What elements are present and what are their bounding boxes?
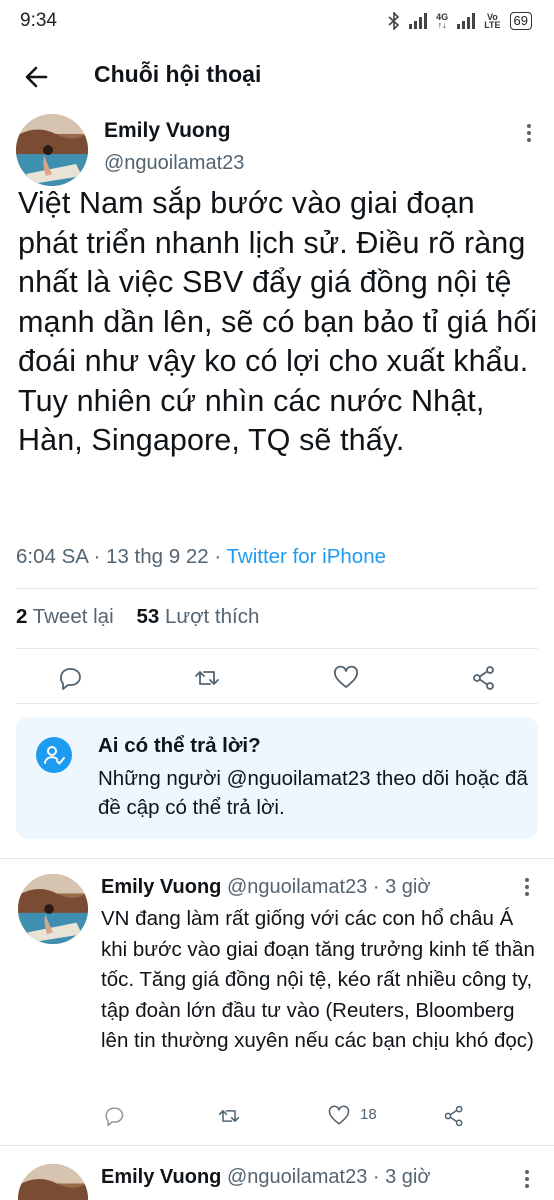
more-vertical-icon (525, 878, 529, 896)
back-button[interactable] (20, 60, 54, 94)
reply-more-button-2[interactable] (516, 1168, 538, 1190)
tweet-time: 6:04 SA (16, 545, 88, 568)
reply-time-2: 3 giờ (385, 1166, 431, 1188)
tweet-date: 13 thg 9 22 (106, 545, 209, 568)
like-count[interactable]: 53 (136, 605, 159, 628)
author-name[interactable]: Emily Vuong (104, 119, 230, 143)
share-icon (444, 1105, 463, 1127)
status-icons: 4G ↑↓ Vo LTE 69 (388, 12, 532, 30)
signal-icon-2 (457, 13, 476, 29)
tweet-text: Việt Nam sắp bước vào giai đoạn phát tri… (18, 186, 538, 457)
reply-permission-card: Ai có thể trả lời? Những người @nguoilam… (16, 717, 538, 839)
avatar[interactable] (16, 114, 88, 186)
reply-more-button[interactable] (516, 876, 538, 898)
meta-separator: · (372, 876, 386, 898)
status-time: 9:34 (20, 10, 57, 31)
more-vertical-icon (527, 124, 531, 142)
tweet-stats: 2 Tweet lại 53 Lượt thích (16, 605, 259, 629)
network-label: 4G ↑↓ (436, 12, 449, 30)
reply-action-bar: 18 (0, 1104, 554, 1134)
arrow-left-icon (25, 66, 48, 88)
heart-icon (334, 665, 358, 688)
comment-icon (105, 1107, 124, 1127)
reply-tweet-2[interactable]: Emily Vuong @nguoilamat23 · 3 giờ (0, 1162, 554, 1200)
avatar-photo (18, 874, 88, 944)
reply-avatar-2[interactable] (18, 1164, 88, 1200)
divider (16, 588, 538, 589)
page-title: Chuỗi hội thoại (94, 61, 262, 87)
divider-4 (0, 858, 554, 859)
app-header: Chuỗi hội thoại (0, 44, 554, 108)
reply-header: Emily Vuong @nguoilamat23 · 3 giờ (101, 876, 431, 899)
avatar-photo (18, 1164, 88, 1200)
avatar-photo (16, 114, 88, 186)
retweet-button[interactable] (193, 664, 221, 692)
meta-separator: · (93, 545, 107, 568)
tweet-meta: 6:04 SA · 13 thg 9 22 · Twitter for iPho… (16, 545, 386, 569)
reply-permission-description: Những người @nguoilamat23 theo dõi hoặc … (98, 767, 528, 819)
reply-retweet-button[interactable] (217, 1104, 241, 1128)
comment-icon (60, 668, 81, 690)
reply-time: 3 giờ (385, 876, 431, 898)
reply-author-handle-2[interactable]: @nguoilamat23 (227, 1166, 367, 1188)
like-button[interactable] (332, 664, 360, 692)
divider-3 (16, 703, 538, 704)
tweet-action-bar (0, 660, 554, 698)
status-bar: 9:34 4G ↑↓ Vo LTE 69 (0, 0, 554, 44)
retweet-icon (218, 1110, 240, 1122)
retweet-label[interactable]: Tweet lại (33, 605, 114, 628)
retweet-count[interactable]: 2 (16, 605, 27, 628)
reply-header-2: Emily Vuong @nguoilamat23 · 3 giờ (101, 1166, 431, 1189)
share-icon (473, 666, 494, 690)
reply-permission-title: Ai có thể trả lời? (98, 734, 261, 757)
tweet-source-link[interactable]: Twitter for iPhone (227, 545, 387, 568)
battery-indicator: 69 (509, 12, 532, 30)
more-vertical-icon (525, 1170, 529, 1188)
signal-icon (409, 13, 428, 29)
reply-share-button[interactable] (442, 1104, 466, 1128)
reply-text: VN đang làm rất giống với các con hổ châ… (101, 907, 535, 1052)
reply-like-button[interactable] (327, 1104, 351, 1128)
retweet-icon (195, 671, 219, 685)
more-options-button[interactable] (518, 122, 540, 144)
reply-author-name-2[interactable]: Emily Vuong (101, 1166, 221, 1188)
meta-separator: · (372, 1166, 386, 1188)
reply-like-count: 18 (360, 1106, 377, 1123)
volte-label: Vo LTE (484, 12, 501, 30)
reply-author-name[interactable]: Emily Vuong (101, 876, 221, 898)
author-handle[interactable]: @nguoilamat23 (104, 152, 244, 175)
heart-icon (328, 1105, 350, 1125)
meta-separator-2: · (214, 545, 227, 568)
reply-tweet[interactable]: Emily Vuong @nguoilamat23 · 3 giờ VN đan… (0, 874, 554, 1127)
share-button[interactable] (470, 664, 498, 692)
divider-2 (16, 648, 538, 649)
user-check-icon (36, 737, 72, 773)
bluetooth-icon (388, 12, 400, 30)
divider-5 (0, 1145, 554, 1146)
reply-author-handle[interactable]: @nguoilamat23 (227, 876, 367, 898)
like-label[interactable]: Lượt thích (165, 605, 259, 628)
reply-button[interactable] (56, 664, 84, 692)
reply-reply-button[interactable] (102, 1104, 126, 1128)
reply-avatar[interactable] (18, 874, 88, 944)
